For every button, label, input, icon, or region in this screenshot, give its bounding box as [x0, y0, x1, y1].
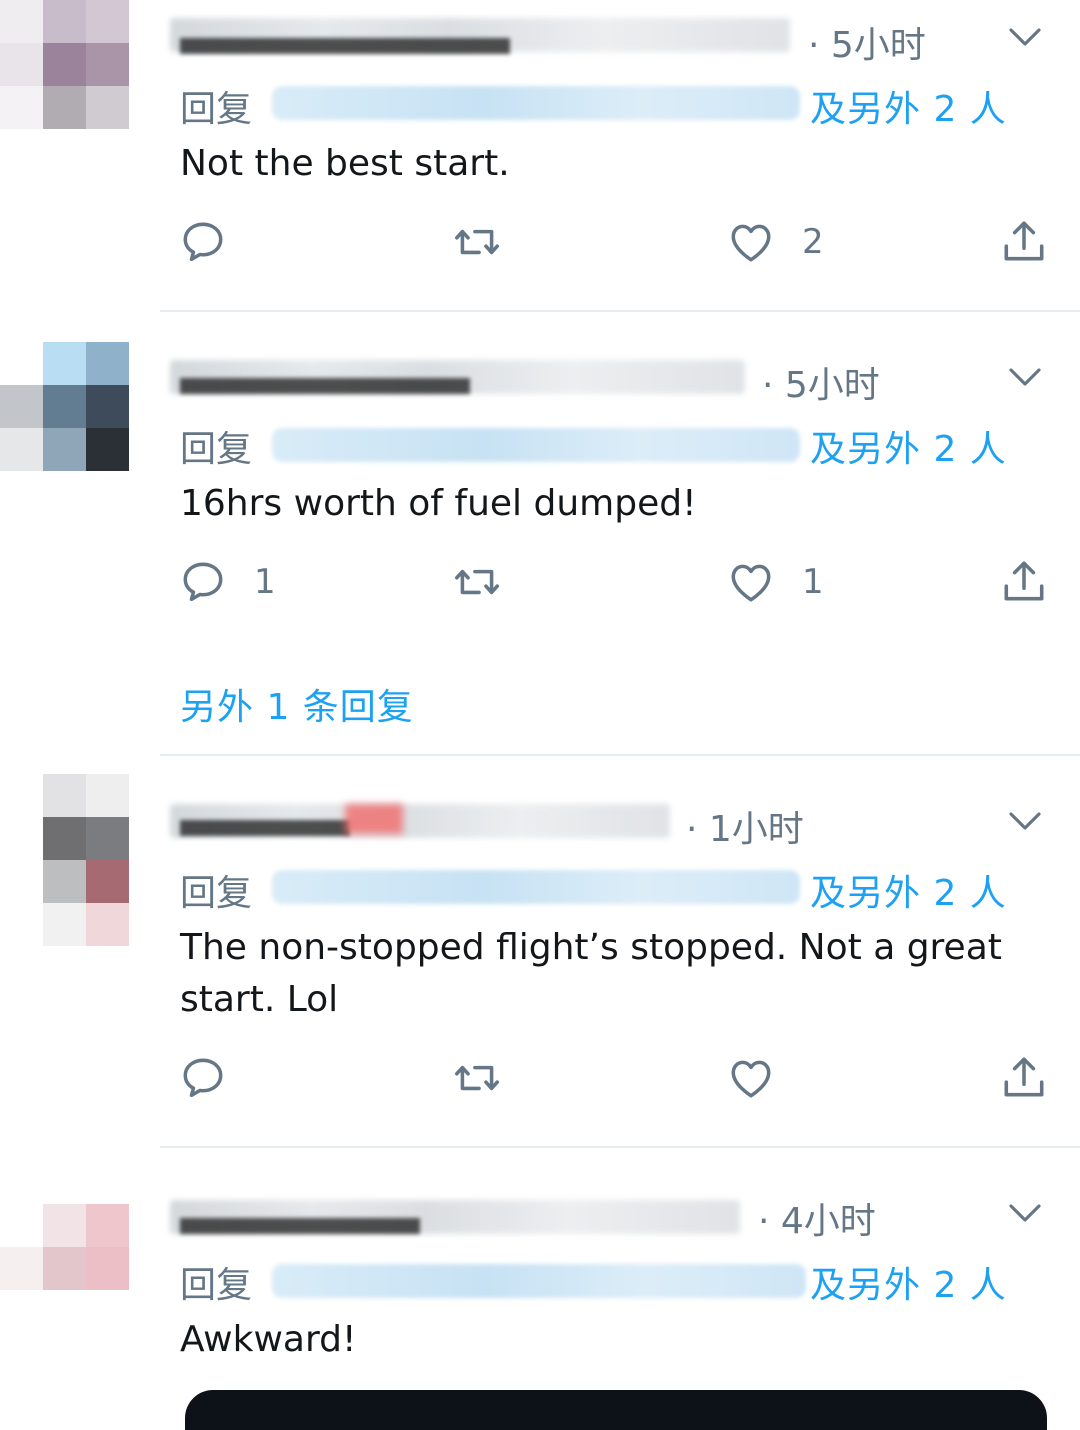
mention-redacted[interactable] [272, 870, 800, 904]
share-icon [999, 217, 1049, 267]
reply-count: 1 [254, 562, 276, 602]
tweet-actions [0, 1048, 1080, 1108]
tweet[interactable]: · 1小时 回复 及另外 2 人 The non-stopped flight’… [0, 756, 1080, 1148]
timestamp: · 1小时 [686, 809, 804, 850]
share-icon [999, 1053, 1049, 1103]
chevron-down-icon[interactable] [1004, 1192, 1046, 1234]
reply-to-label: 回复 [180, 873, 253, 914]
retweet-button[interactable] [452, 552, 502, 612]
timestamp: · 5小时 [762, 365, 880, 406]
media-preview[interactable] [185, 1390, 1047, 1430]
share-button[interactable] [999, 1048, 1049, 1108]
tweet-text: Awkward! [180, 1319, 357, 1360]
avatar[interactable] [0, 774, 170, 946]
like-icon [726, 1053, 776, 1103]
like-icon [726, 217, 776, 267]
mention-redacted[interactable] [272, 428, 800, 462]
chevron-down-icon[interactable] [1004, 16, 1046, 58]
tweet[interactable]: · 5小时 回复 及另外 2 人 Not the best start. 2 [0, 0, 1080, 312]
reply-button[interactable] [178, 212, 254, 272]
author-name-redacted [180, 378, 470, 394]
tweet[interactable]: · 4小时 回复 及另外 2 人 Awkward! [0, 1148, 1080, 1410]
emoji-redacted [345, 804, 403, 834]
tweet-actions: 2 [0, 212, 1080, 272]
reply-button[interactable]: 1 [178, 552, 276, 612]
retweet-icon [452, 557, 502, 607]
mention-redacted[interactable] [272, 1264, 806, 1298]
share-button[interactable] [999, 552, 1049, 612]
like-button[interactable]: 1 [726, 552, 824, 612]
reply-icon [178, 557, 228, 607]
tweet-text: 16hrs worth of fuel dumped! [180, 483, 697, 524]
avatar[interactable] [0, 1204, 170, 1334]
and-others-link[interactable]: 及另外 2 人 [810, 1256, 1007, 1308]
tweet-actions: 1 1 [0, 552, 1080, 612]
reply-to-label: 回复 [180, 89, 253, 130]
timestamp: · 4小时 [758, 1201, 876, 1242]
retweet-button[interactable] [452, 212, 502, 272]
chevron-down-icon[interactable] [1004, 356, 1046, 398]
retweet-button[interactable] [452, 1048, 502, 1108]
share-icon [999, 557, 1049, 607]
avatar[interactable] [0, 0, 170, 130]
tweet-text: The non-stopped flight’s stopped. Not a … [180, 927, 1002, 1020]
tweet[interactable]: · 5小时 回复 及另外 2 人 16hrs worth of fuel dum… [0, 312, 1080, 756]
like-button[interactable]: 2 [726, 212, 824, 272]
like-count: 2 [802, 222, 824, 262]
mention-redacted[interactable] [272, 86, 800, 120]
reply-icon [178, 1053, 228, 1103]
retweet-icon [452, 1053, 502, 1103]
author-name-redacted [180, 820, 350, 836]
and-others-link[interactable]: 及另外 2 人 [810, 80, 1007, 132]
timestamp: · 5小时 [808, 25, 926, 66]
reply-icon [178, 217, 228, 267]
author-name-redacted [180, 1218, 420, 1234]
show-more-replies-link[interactable]: 另外 1 条回复 [180, 678, 414, 730]
retweet-icon [452, 217, 502, 267]
tweet-text: Not the best start. [180, 143, 510, 184]
reply-button[interactable] [178, 1048, 254, 1108]
author-name-redacted [180, 38, 510, 54]
reply-to-label: 回复 [180, 1265, 253, 1306]
like-count: 1 [802, 562, 824, 602]
share-button[interactable] [999, 212, 1049, 272]
reply-to-label: 回复 [180, 429, 253, 470]
like-icon [726, 557, 776, 607]
and-others-link[interactable]: 及另外 2 人 [810, 420, 1007, 472]
avatar[interactable] [0, 342, 170, 472]
chevron-down-icon[interactable] [1004, 800, 1046, 842]
like-button[interactable] [726, 1048, 802, 1108]
and-others-link[interactable]: 及另外 2 人 [810, 864, 1007, 916]
